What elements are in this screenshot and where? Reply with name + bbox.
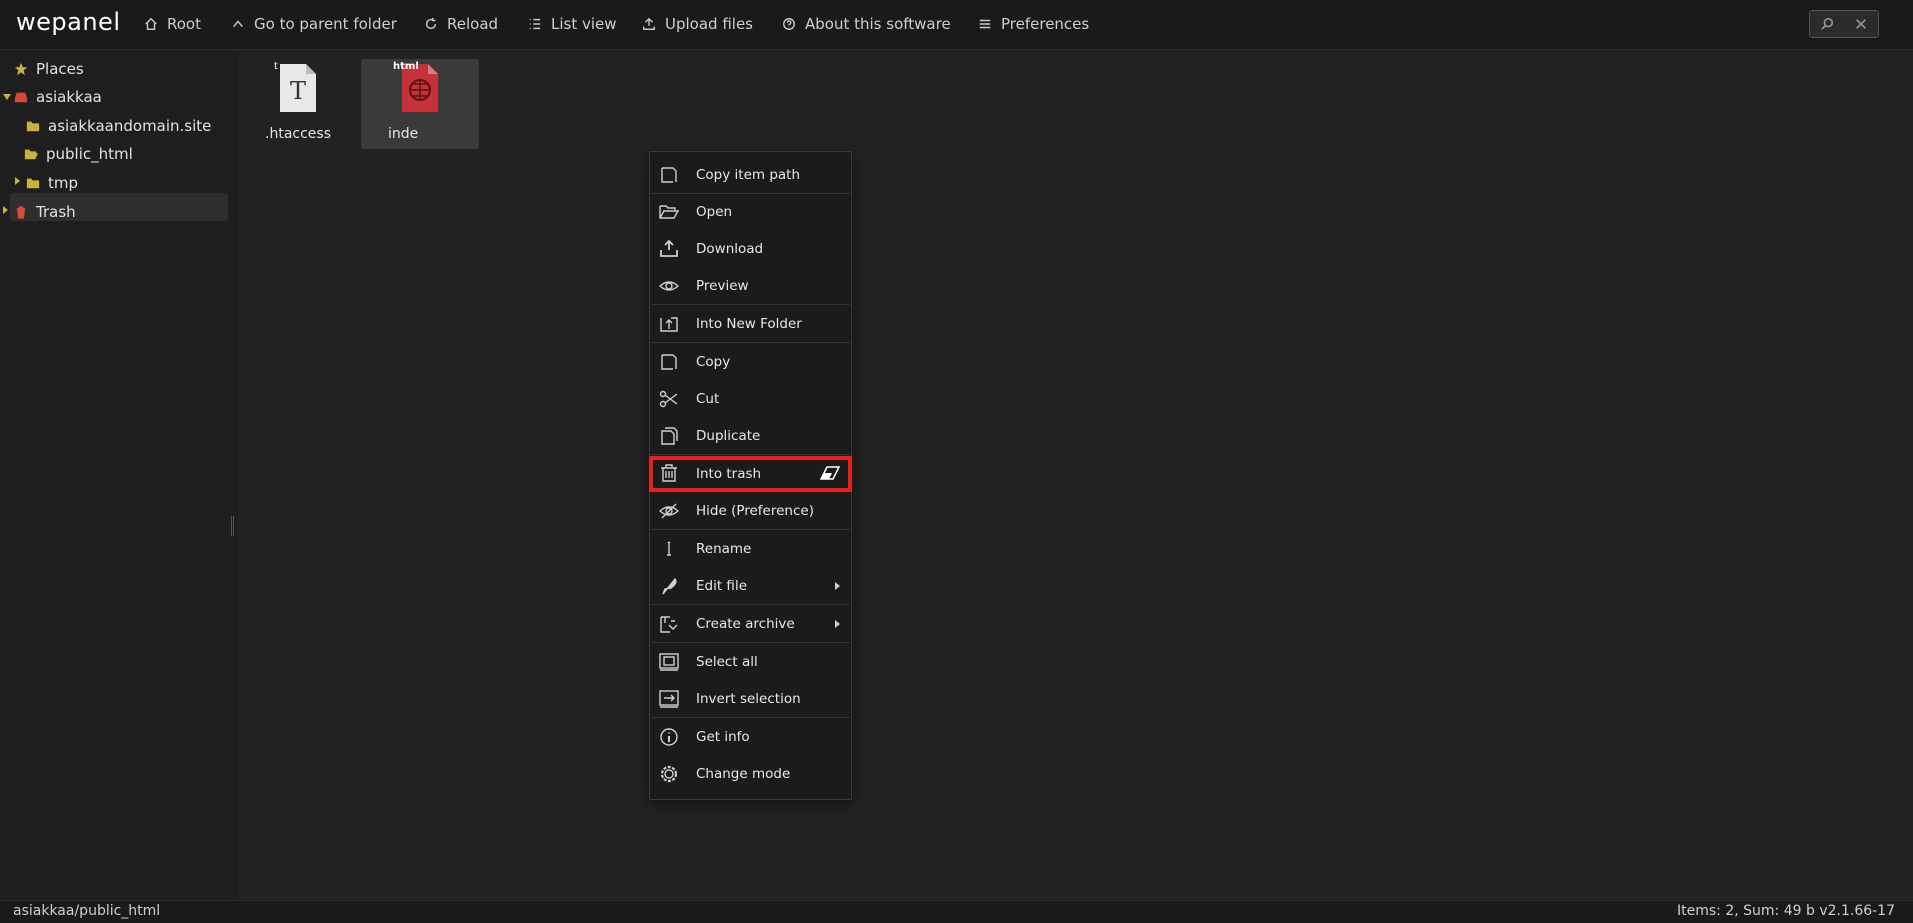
menu-item-create-archive[interactable]: Create archive: [651, 609, 850, 639]
search-icon[interactable]: [1820, 17, 1834, 31]
gear-icon: [659, 765, 679, 783]
tree-item-domain[interactable]: asiakkaandomain.site: [26, 113, 211, 139]
menu-separator: [651, 454, 850, 455]
drive-icon: [14, 92, 28, 103]
scissors-icon: [659, 390, 679, 408]
eye-icon: [658, 277, 680, 295]
file-area: T t .htaccess html inde Copy item path O…: [238, 51, 1913, 900]
menu-separator: [651, 193, 850, 194]
file-item-index-html[interactable]: html inde: [361, 59, 479, 149]
duplicate-icon: [659, 427, 679, 445]
status-info: Items: 2, Sum: 49 b v2.1.66-17: [1677, 903, 1895, 919]
select-all-icon: [659, 653, 679, 671]
menu-separator: [651, 304, 850, 305]
search-box[interactable]: [1809, 10, 1879, 38]
menu-item-preview[interactable]: Preview: [651, 271, 850, 301]
download-icon: [659, 239, 679, 258]
folder-icon: [26, 178, 40, 189]
info-icon: [659, 728, 679, 746]
close-icon[interactable]: [1854, 17, 1868, 31]
sliders-icon: [979, 19, 991, 29]
text-file-icon: T: [280, 64, 316, 112]
file-name: .htaccess: [265, 126, 331, 142]
trash-icon: [16, 206, 26, 219]
archive-icon: [659, 615, 679, 633]
menu-item-change-mode[interactable]: Change mode: [651, 759, 850, 789]
file-name: inde: [388, 126, 419, 142]
folder-open-icon: [24, 149, 38, 160]
folder-icon: [26, 121, 40, 132]
menu-separator: [651, 717, 850, 718]
submenu-arrow-icon: [835, 582, 840, 590]
menu-item-rename[interactable]: Rename: [651, 534, 850, 564]
sidebar-resize-handle[interactable]: [231, 516, 234, 536]
tree-item-asiakkaa[interactable]: asiakkaa: [14, 84, 102, 110]
file-badge: html: [393, 61, 419, 72]
about-button[interactable]: About this software: [782, 11, 951, 37]
new-folder-icon: [659, 315, 679, 333]
top-toolbar: wepanel Root Go to parent folder Reload …: [0, 0, 1913, 50]
invert-selection-icon: [659, 690, 679, 708]
upload-icon: [643, 17, 655, 30]
copy-path-icon: [659, 166, 679, 184]
trash-icon: [659, 464, 679, 482]
context-menu: Copy item path Open Download Preview Int…: [649, 151, 852, 800]
reload-button[interactable]: Reload: [424, 11, 498, 37]
menu-separator: [651, 342, 850, 343]
folder-open-icon: [659, 203, 680, 221]
app-logo: wepanel: [16, 8, 121, 36]
tree-item-trash[interactable]: Trash: [14, 199, 76, 225]
chevron-up-icon: [233, 20, 243, 28]
menu-item-copy-item-path[interactable]: Copy item path: [651, 160, 850, 190]
svg-text:T: T: [290, 77, 306, 105]
menu-item-duplicate[interactable]: Duplicate: [651, 421, 850, 451]
menu-item-invert-selection[interactable]: Invert selection: [651, 684, 850, 714]
menu-separator: [651, 604, 850, 605]
menu-item-copy[interactable]: Copy: [651, 347, 850, 377]
file-item-htaccess[interactable]: T t .htaccess: [239, 59, 357, 149]
list-icon: [529, 18, 541, 30]
root-button[interactable]: Root: [144, 11, 201, 37]
menu-item-open[interactable]: Open: [651, 197, 850, 227]
eye-slash-icon: [658, 502, 680, 520]
text-cursor-icon: [659, 540, 679, 558]
menu-separator: [651, 529, 850, 530]
tree-item-tmp[interactable]: tmp: [26, 170, 78, 196]
menu-item-cut[interactable]: Cut: [651, 384, 850, 414]
tree-item-public-html[interactable]: public_html: [24, 141, 133, 167]
collapse-arrow-icon[interactable]: [3, 206, 8, 214]
current-path: asiakkaa/public_html: [13, 903, 161, 919]
parent-folder-button[interactable]: Go to parent folder: [231, 11, 397, 37]
preferences-button[interactable]: Preferences: [978, 11, 1089, 37]
folder-tree: Places asiakkaa asiakkaandomain.site pub…: [0, 51, 238, 900]
copy-icon: [659, 353, 679, 371]
eraser-icon: [819, 465, 841, 481]
reload-icon: [425, 17, 437, 30]
home-icon: [145, 17, 157, 30]
star-icon: [14, 62, 28, 76]
upload-files-button[interactable]: Upload files: [642, 11, 753, 37]
expand-arrow-icon[interactable]: [3, 94, 11, 100]
menu-item-edit-file[interactable]: Edit file: [651, 571, 850, 601]
menu-item-download[interactable]: Download: [651, 234, 850, 264]
list-view-button[interactable]: List view: [528, 11, 617, 37]
feather-pen-icon: [659, 577, 679, 595]
menu-item-hide[interactable]: Hide (Preference): [651, 496, 850, 526]
submenu-arrow-icon: [835, 620, 840, 628]
collapse-arrow-icon[interactable]: [15, 177, 20, 185]
status-bar: asiakkaa/public_html Items: 2, Sum: 49 b…: [0, 900, 1913, 923]
menu-item-into-trash[interactable]: Into trash: [649, 456, 852, 492]
menu-item-get-info[interactable]: Get info: [651, 722, 850, 752]
menu-item-select-all[interactable]: Select all: [651, 647, 850, 677]
menu-separator: [651, 642, 850, 643]
file-badge: t: [274, 61, 278, 72]
menu-item-into-new-folder[interactable]: Into New Folder: [651, 309, 850, 339]
tree-item-places[interactable]: Places: [14, 56, 84, 82]
help-circle-icon: [783, 18, 795, 30]
